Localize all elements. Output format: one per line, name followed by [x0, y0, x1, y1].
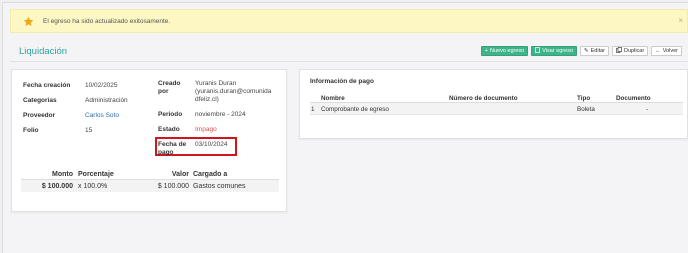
page-title: Liquidación	[19, 46, 68, 57]
cargado-a-cell: Gastos comunes	[193, 182, 246, 190]
porcentaje-header: Porcentaje	[78, 171, 114, 178]
fecha-pago-label-line1: Fecha de	[158, 141, 187, 148]
periodo-value: noviembre - 2024	[195, 111, 246, 118]
cargado-a-header: Cargado a	[193, 171, 228, 178]
documento-header: Documento	[616, 95, 651, 102]
estado-label: Estado	[158, 126, 180, 133]
fecha-pago-value: 03/10/2024	[195, 141, 228, 148]
valor-header: Valor	[171, 171, 189, 178]
creado-por-label-line2: por	[158, 88, 169, 95]
copy-icon	[616, 47, 622, 55]
payment-info-card: Información de pago Nombre Número de doc…	[299, 69, 688, 139]
star-icon	[17, 16, 39, 27]
proveedor-link[interactable]: Carlos Soto	[85, 112, 119, 119]
editar-label: Editar	[590, 48, 606, 54]
nuevo-egreso-label: Nuevo egreso	[490, 48, 525, 54]
creado-por-name: Yuranis Duran	[195, 80, 237, 87]
action-toolbar: + Nuevo egreso Visar egreso ✎ Editar Dup…	[480, 46, 682, 56]
alert-message: El egreso ha sido actualizado exitosamen…	[43, 17, 171, 25]
liquidacion-details-card: Fecha creación 10/02/2025 Categorías Adm…	[11, 69, 287, 212]
visar-egreso-label: Visar egreso	[542, 48, 574, 54]
payment-table: Nombre Número de documento Tipo Document…	[310, 92, 683, 115]
success-alert: El egreso ha sido actualizado exitosamen…	[10, 9, 688, 33]
periodo-label: Periodo	[158, 111, 183, 118]
proveedor-label: Proveedor	[23, 112, 56, 119]
creado-por-label-line1: Creado	[158, 80, 181, 87]
volver-button[interactable]: ← Volver	[651, 46, 682, 56]
monto-header: Monto	[52, 171, 73, 178]
payment-info-title: Información de pago	[310, 78, 374, 85]
nuevo-egreso-button[interactable]: + Nuevo egreso	[480, 46, 529, 56]
duplicar-label: Duplicar	[624, 48, 645, 54]
fecha-creacion-value: 10/02/2025	[85, 82, 118, 89]
pencil-icon: ✎	[584, 48, 589, 54]
row-index: 1	[311, 106, 315, 113]
close-icon[interactable]: ×	[678, 16, 683, 25]
documento-cell: -	[646, 106, 649, 113]
categorias-value: Administración	[85, 97, 128, 104]
table-row: $ 100.000 x 100.0% $ 100.000 Gastos comu…	[21, 180, 279, 192]
arrow-left-icon: ←	[655, 48, 661, 54]
fecha-pago-label-line2: pago	[158, 149, 174, 156]
editar-button[interactable]: ✎ Editar	[580, 46, 610, 56]
nombre-header: Nombre	[321, 95, 345, 102]
nombre-cell: Comprobante de egreso	[321, 106, 389, 113]
amounts-table: Monto Porcentaje Valor Cargado a $ 100.0…	[21, 170, 279, 192]
creado-por-email-line2: dfeliz.cl)	[195, 96, 219, 103]
fecha-creacion-label: Fecha creación	[23, 82, 71, 89]
amounts-table-header: Monto Porcentaje Valor Cargado a	[21, 170, 279, 180]
porcentaje-cell: x 100.0%	[78, 182, 108, 190]
duplicar-button[interactable]: Duplicar	[612, 46, 649, 56]
visar-egreso-button[interactable]: Visar egreso	[531, 46, 578, 56]
estado-value: Impago	[195, 126, 217, 133]
categorias-label: Categorías	[23, 97, 57, 104]
volver-label: Volver	[662, 48, 678, 54]
creado-por-email-line1: (yuranis.duran@comunida	[195, 88, 272, 95]
tipo-header: Tipo	[577, 95, 591, 102]
folio-label: Folio	[23, 127, 39, 134]
valor-cell: $ 100.000	[157, 182, 189, 190]
payment-table-header: Nombre Número de documento Tipo Document…	[310, 92, 683, 103]
numero-header: Número de documento	[449, 95, 518, 102]
page-header: Liquidación + Nuevo egreso Visar egreso …	[10, 40, 688, 62]
document-check-icon	[535, 47, 541, 55]
folio-value: 15	[85, 127, 93, 134]
table-row: 1 Comprobante de egreso Boleta -	[310, 103, 683, 115]
monto-cell: $ 100.000	[41, 182, 73, 190]
plus-icon: +	[484, 48, 488, 54]
tipo-cell: Boleta	[577, 106, 595, 113]
